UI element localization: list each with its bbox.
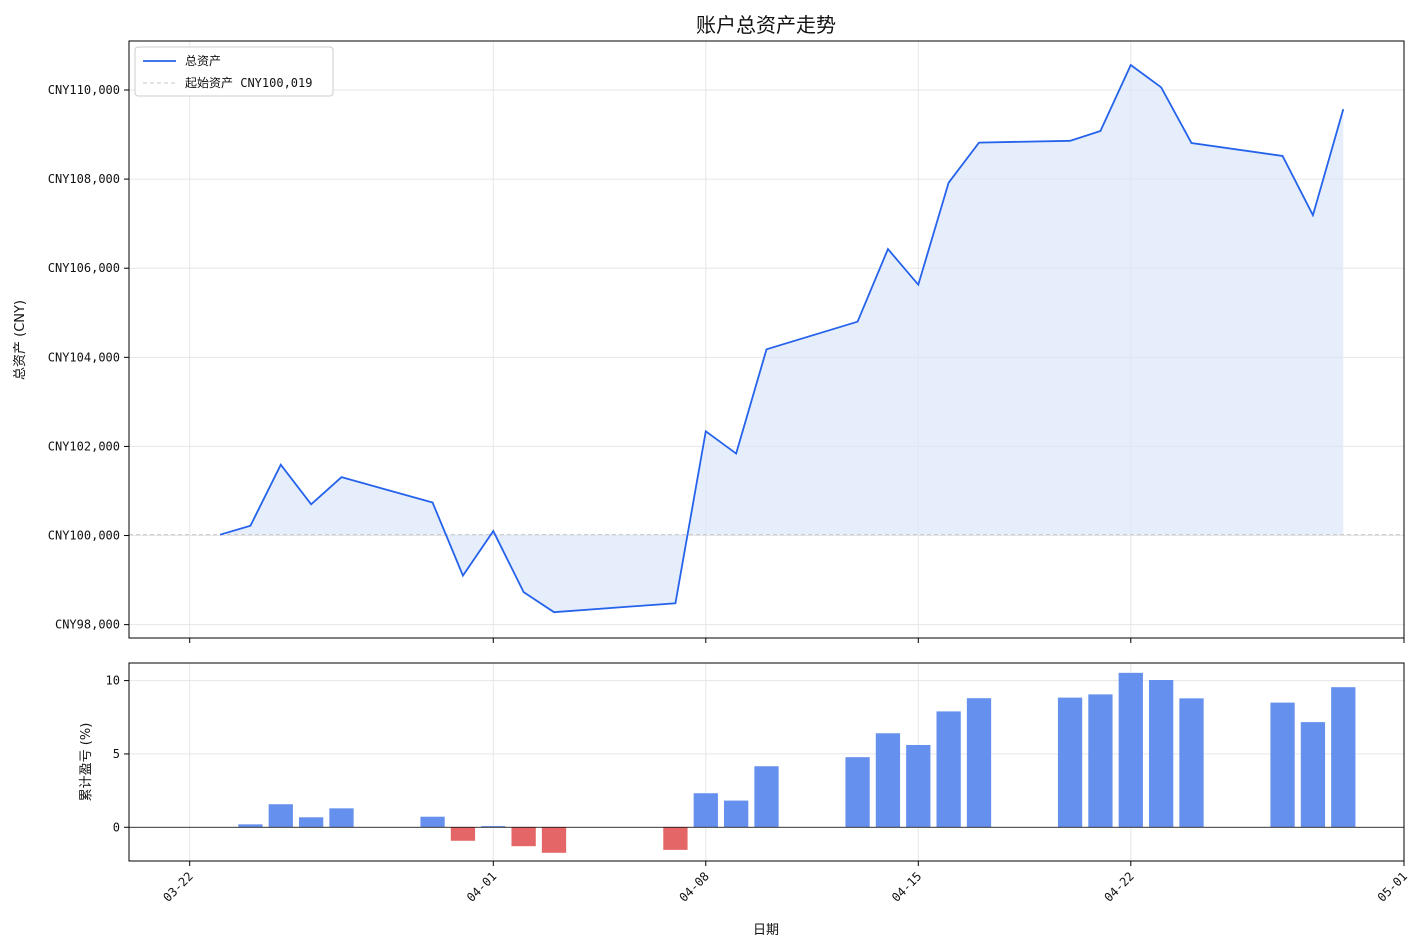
pnl-bar bbox=[1088, 694, 1113, 828]
pnl-bar bbox=[299, 817, 324, 828]
pnl-bar bbox=[1179, 698, 1204, 828]
top-y-tick-label: CNY98,000 bbox=[55, 618, 120, 632]
pnl-bar bbox=[1057, 697, 1083, 828]
pnl-bar bbox=[693, 793, 718, 828]
pnl-bar bbox=[1300, 722, 1326, 828]
pnl-bar bbox=[420, 816, 445, 828]
pnl-bar bbox=[541, 827, 567, 853]
bottom-x-tick-label: 04-22 bbox=[1101, 869, 1136, 904]
bottom-x-tick-label: 04-15 bbox=[889, 869, 924, 904]
top-y-tick-label: CNY110,000 bbox=[48, 83, 120, 97]
bottom-y-axis-label: 累计盈亏 (%) bbox=[79, 723, 94, 802]
bottom-x-tick-label: 04-01 bbox=[464, 869, 499, 904]
legend-label-baseline: 起始资产 CNY100,019 bbox=[185, 76, 312, 90]
pnl-bar bbox=[1331, 687, 1356, 828]
chart-canvas: 账户总资产走势 总资产 (CNY) 累计盈亏 (%) 日期 CNY98,000 C… bbox=[13, 13, 1410, 938]
pnl-bar bbox=[268, 804, 293, 828]
pnl-bar bbox=[1149, 680, 1174, 828]
chart-title: 账户总资产走势 bbox=[696, 13, 836, 37]
bottom-y-tick-label: 0 bbox=[113, 820, 120, 834]
pnl-bar bbox=[724, 800, 749, 828]
top-y-tick-label: CNY108,000 bbox=[48, 172, 120, 186]
pnl-bar bbox=[238, 824, 263, 828]
pnl-bar bbox=[875, 733, 901, 828]
bottom-plot-frame bbox=[128, 662, 1405, 862]
pnl-bar bbox=[663, 827, 688, 850]
pnl-bar bbox=[906, 744, 931, 828]
top-y-axis-label: 总资产 (CNY) bbox=[13, 300, 28, 380]
bottom-y-tick-label: 5 bbox=[113, 747, 120, 761]
pnl-bar bbox=[450, 827, 476, 841]
pnl-bar bbox=[966, 698, 992, 828]
bottom-y-tick-label: 10 bbox=[106, 674, 120, 688]
top-y-tick-label: CNY106,000 bbox=[48, 261, 120, 275]
top-y-tick-label: CNY104,000 bbox=[48, 350, 120, 364]
pnl-bar bbox=[1118, 672, 1143, 828]
pnl-bar bbox=[754, 766, 779, 828]
chart-figure: 账户总资产走势 总资产 (CNY) 累计盈亏 (%) 日期 CNY98,000 C… bbox=[0, 0, 1426, 947]
top-y-tick-label: CNY100,000 bbox=[48, 529, 120, 543]
pnl-bar bbox=[511, 827, 536, 847]
pnl-bar bbox=[329, 808, 354, 828]
pnl-bar bbox=[936, 711, 961, 828]
equity-area-fill bbox=[220, 65, 1344, 613]
bottom-x-axis-label: 日期 bbox=[753, 923, 779, 938]
top-y-tick-label: CNY102,000 bbox=[48, 439, 120, 453]
legend-label-equity: 总资产 bbox=[185, 54, 221, 68]
bottom-x-tick-label: 05-01 bbox=[1375, 869, 1410, 904]
bottom-x-tick-label: 04-08 bbox=[676, 869, 711, 904]
pnl-bar bbox=[1270, 702, 1295, 828]
bottom-x-tick-label: 03-22 bbox=[160, 869, 195, 904]
chart-legend: 总资产起始资产 CNY100,019 bbox=[134, 46, 334, 97]
pnl-bar bbox=[845, 757, 870, 828]
